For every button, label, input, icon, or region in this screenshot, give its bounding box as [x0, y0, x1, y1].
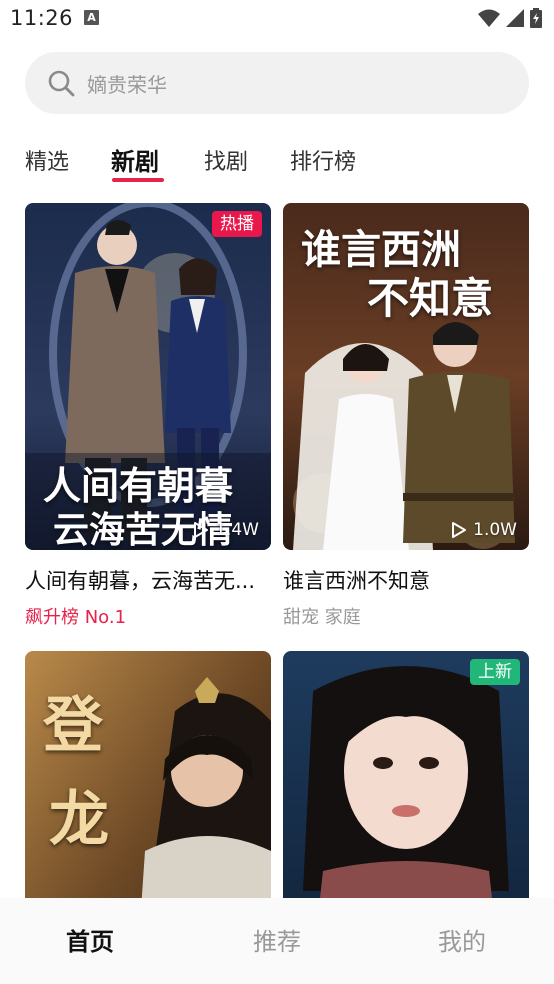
poster-title-line-2: 龙: [49, 785, 109, 855]
category-tabs: 精选 新剧 找剧 排行榜: [0, 138, 554, 188]
active-tab-indicator: [112, 178, 164, 182]
nav-mine[interactable]: 我的: [438, 922, 486, 957]
status-indicators: [478, 8, 542, 28]
drama-card[interactable]: 登 龙: [25, 651, 271, 898]
poster-image: [283, 651, 529, 898]
tab-ranking[interactable]: 排行榜: [290, 144, 356, 176]
nav-home[interactable]: 首页: [66, 922, 114, 957]
drama-poster[interactable]: 上新: [283, 651, 529, 898]
drama-title[interactable]: 人间有朝暮，云海苦无...: [25, 565, 275, 595]
play-icon: [194, 522, 209, 538]
drama-poster[interactable]: 登 龙: [25, 651, 271, 898]
search-input[interactable]: 嫡贵荣华: [25, 52, 529, 114]
new-badge: 上新: [470, 659, 520, 685]
wifi-icon: [478, 9, 500, 27]
drama-card[interactable]: 上新: [283, 651, 529, 898]
poster-title-line-1: 登: [43, 691, 103, 761]
drama-genre-tags: 甜宠 家庭: [283, 607, 361, 628]
battery-icon: [530, 8, 542, 28]
poster-title-line-2: 不知意: [367, 274, 494, 323]
notification-a-icon: A: [84, 10, 99, 25]
play-count: 1.0W: [449, 520, 517, 540]
search-placeholder: 嫡贵荣华: [87, 72, 167, 97]
play-icon: [452, 522, 467, 538]
drama-card[interactable]: 人间有朝暮 云海苦无情 热播 1.4W 人间有朝暮，云海苦无... 飙升榜 No…: [25, 203, 271, 633]
drama-title[interactable]: 谁言西洲不知意: [283, 565, 533, 595]
signal-icon: [506, 9, 524, 27]
drama-poster[interactable]: 人间有朝暮 云海苦无情 热播 1.4W: [25, 203, 271, 550]
drama-rank-tag: 飙升榜 No.1: [25, 607, 127, 628]
hot-badge: 热播: [212, 211, 262, 237]
tab-featured[interactable]: 精选: [25, 144, 69, 176]
play-count: 1.4W: [191, 520, 259, 540]
bottom-navigation: 首页 推荐 我的: [0, 898, 554, 984]
status-time: 11:26: [10, 6, 74, 30]
tab-find-drama[interactable]: 找剧: [204, 144, 248, 176]
status-bar: 11:26 A: [0, 0, 554, 38]
nav-recommend[interactable]: 推荐: [253, 922, 301, 957]
search-icon: [48, 70, 75, 97]
tab-new-drama[interactable]: 新剧: [111, 142, 159, 177]
play-count-value: 1.0W: [473, 520, 517, 540]
play-count-value: 1.4W: [215, 520, 259, 540]
drama-card[interactable]: 谁言西洲 不知意 1.0W 谁言西洲不知意 甜宠 家庭: [283, 203, 529, 633]
drama-poster[interactable]: 谁言西洲 不知意 1.0W: [283, 203, 529, 550]
